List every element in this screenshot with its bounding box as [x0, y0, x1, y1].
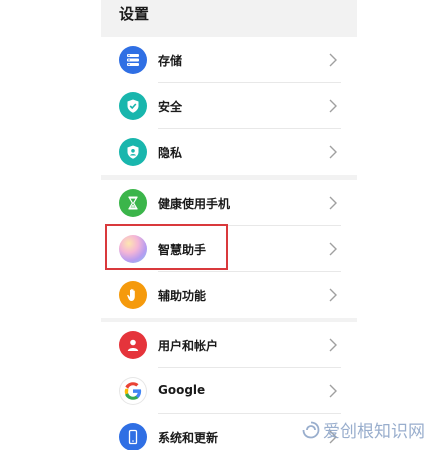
settings-item-google[interactable]: Google	[101, 368, 357, 414]
hourglass-icon	[119, 189, 147, 217]
highlight-box	[105, 224, 228, 270]
phone-update-icon	[119, 423, 147, 450]
settings-item-storage[interactable]: 存储	[101, 37, 357, 83]
watermark-text: 爱创根知识网	[323, 422, 425, 442]
settings-item-accessibility[interactable]: 辅助功能	[101, 272, 357, 318]
watermark: 爱创根知识网	[302, 417, 425, 442]
settings-group-1: 存储 安全 隐私	[101, 37, 357, 175]
chevron-right-icon	[329, 145, 337, 159]
settings-item-label: 系统和更新	[158, 431, 219, 445]
settings-item-label: 安全	[158, 100, 183, 114]
settings-item-label: 存储	[158, 54, 183, 68]
chevron-right-icon	[329, 384, 337, 398]
privacy-icon	[119, 138, 147, 166]
user-icon	[119, 331, 147, 359]
chevron-right-icon	[329, 288, 337, 302]
settings-item-label: 用户和帐户	[158, 339, 219, 353]
chevron-right-icon	[329, 99, 337, 113]
settings-item-security[interactable]: 安全	[101, 83, 357, 129]
settings-item-label: Google	[158, 383, 206, 397]
chevron-right-icon	[329, 53, 337, 67]
page-title: 设置	[119, 5, 150, 23]
chevron-right-icon	[329, 338, 337, 352]
chevron-right-icon	[329, 196, 337, 210]
screen: 设置 存储 安全 隐私 健康使用手机 智慧助手 辅助功能 用户和帐户 Googl…	[0, 0, 435, 450]
settings-item-users-accounts[interactable]: 用户和帐户	[101, 322, 357, 368]
google-icon	[119, 377, 147, 405]
settings-item-privacy[interactable]: 隐私	[101, 129, 357, 175]
chevron-right-icon	[329, 242, 337, 256]
storage-icon	[119, 46, 147, 74]
watermark-logo-icon	[302, 421, 320, 438]
settings-item-label: 健康使用手机	[158, 197, 231, 211]
hand-icon	[119, 281, 147, 309]
settings-item-label: 辅助功能	[158, 289, 207, 303]
shield-check-icon	[119, 92, 147, 120]
settings-item-digital-balance[interactable]: 健康使用手机	[101, 180, 357, 226]
settings-item-label: 隐私	[158, 146, 183, 160]
